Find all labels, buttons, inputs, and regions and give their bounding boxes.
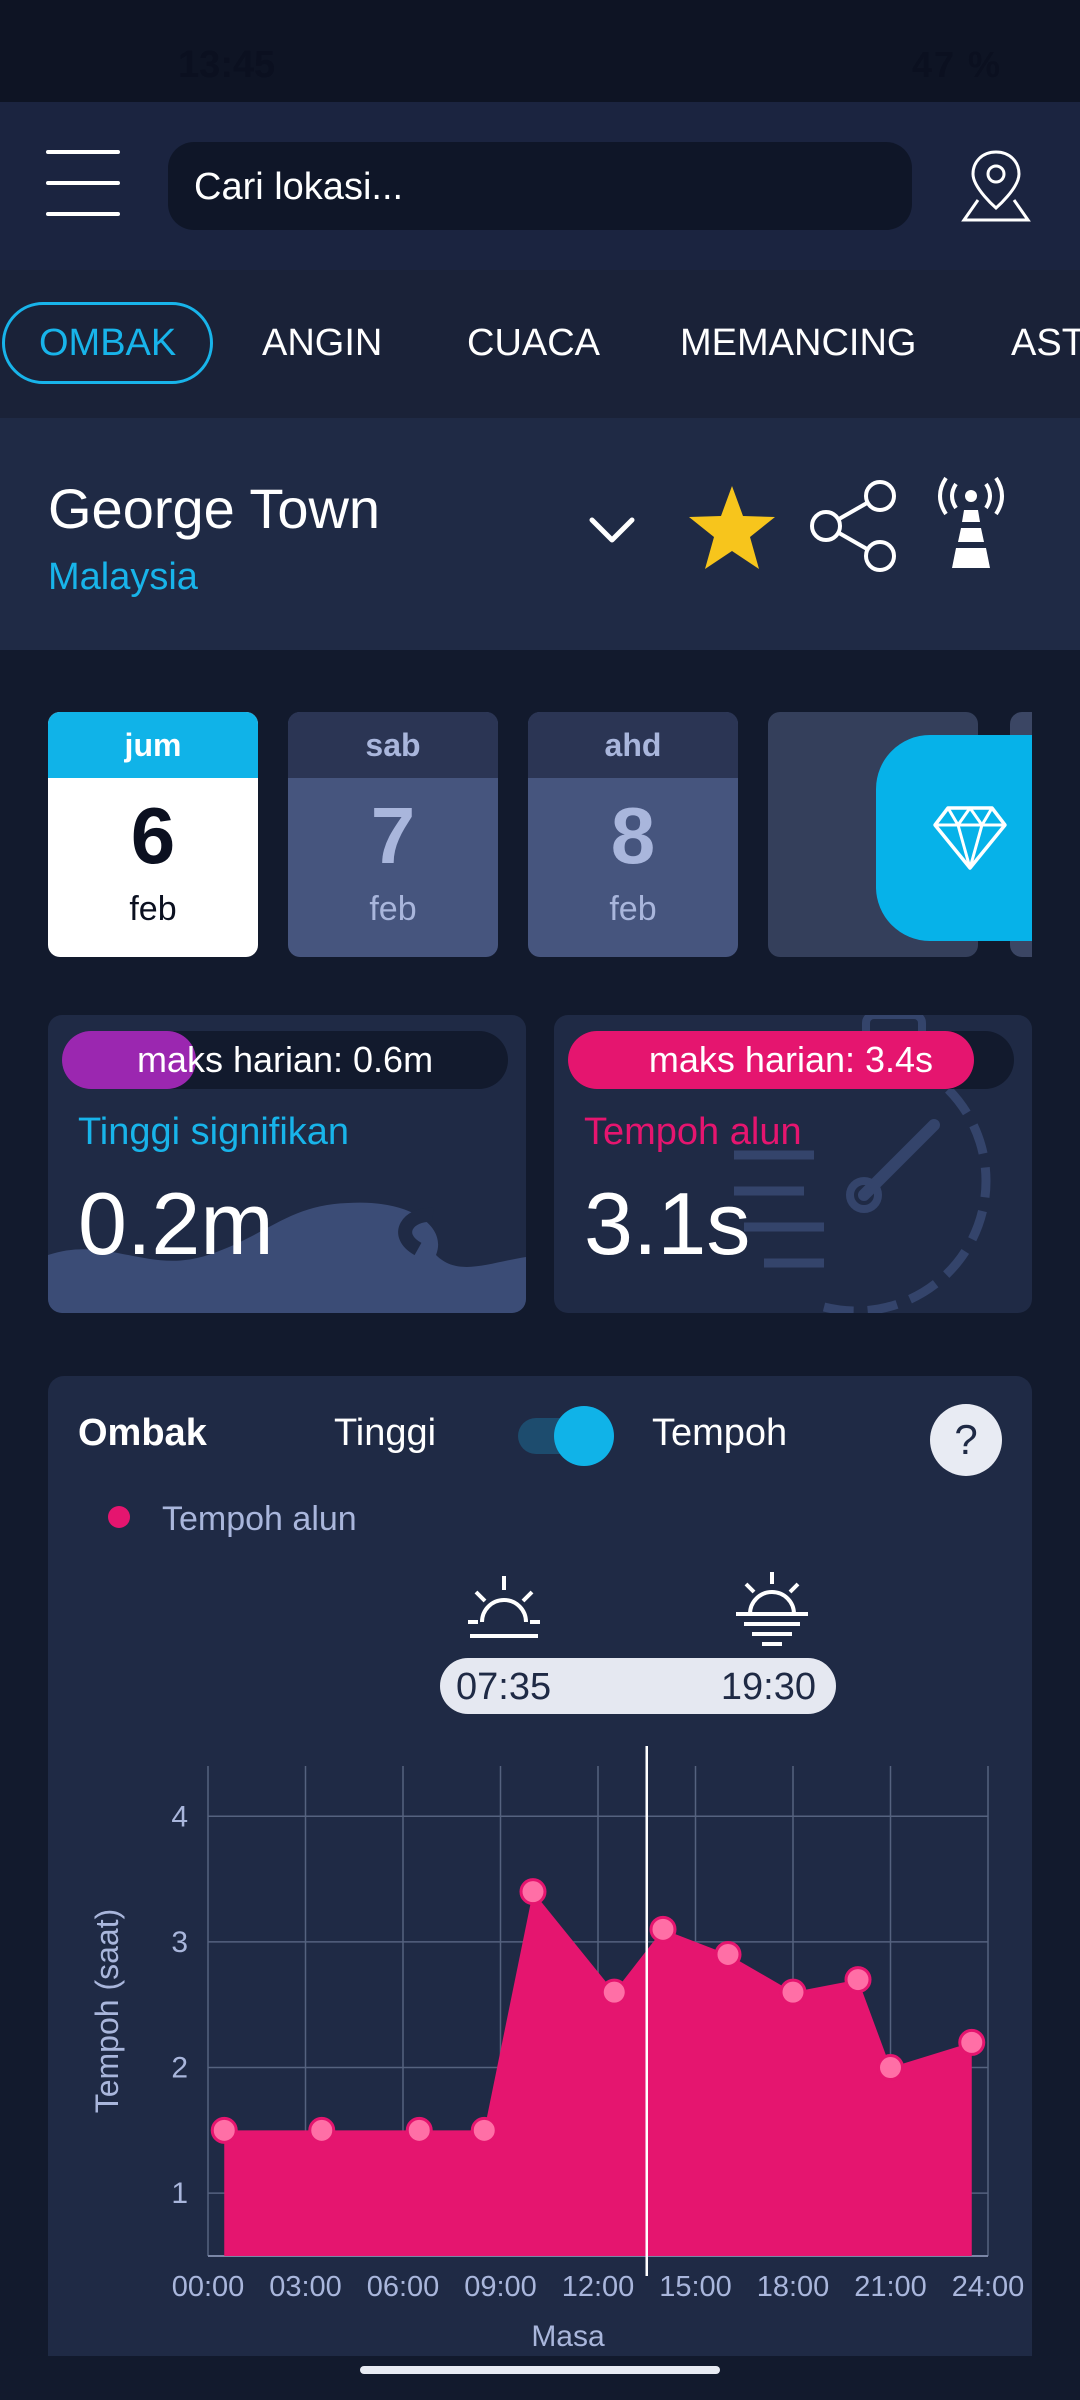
share-icon[interactable] <box>806 478 902 574</box>
home-indicator[interactable] <box>360 2366 720 2374</box>
day-of-week: sab <box>288 712 498 778</box>
city-name[interactable]: George Town <box>48 476 380 541</box>
data-point <box>470 2116 498 2144</box>
day-card[interactable]: ahd 8 feb <box>528 712 738 957</box>
tab-bar: OMBAK ANGIN CUACA MEMANCING AST <box>0 270 1080 418</box>
x-tick-label: 00:00 <box>172 2271 245 2303</box>
data-point <box>405 2116 433 2144</box>
day-month: feb <box>369 890 417 928</box>
wave-height-label: Tinggi signifikan <box>78 1111 350 1153</box>
swell-period-chart[interactable]: 00:00 03:00 06:00 09:00 12:00 15:00 18:00 21:00… <box>48 1736 1032 2356</box>
daily-max-bar: maks harian: 3.4s <box>568 1031 1014 1089</box>
swell-period-card[interactable]: maks harian: 3.4s Tempoh alun 3.1s <box>554 1015 1032 1313</box>
data-point <box>958 2028 986 2056</box>
x-tick-label: 09:00 <box>464 2271 537 2303</box>
daily-max-bar: maks harian: 0.6m <box>62 1031 508 1089</box>
search-box[interactable] <box>168 142 912 232</box>
y-tick-label: 3 <box>171 1926 188 1959</box>
sunset-icon <box>736 1572 808 1646</box>
day-of-week: ahd <box>528 712 738 778</box>
x-tick-label: 15:00 <box>659 2271 732 2303</box>
toggle-right-label[interactable]: Tempoh <box>652 1412 787 1455</box>
data-point <box>210 2116 238 2144</box>
day-card-selected[interactable]: jum 6 feb <box>48 712 258 957</box>
x-tick-label: 12:00 <box>562 2271 635 2303</box>
day-number: 8 <box>610 791 656 880</box>
status-time: 13:45 <box>178 44 276 86</box>
panel-title: Ombak <box>78 1412 207 1454</box>
help-icon[interactable]: ? <box>930 1404 1002 1476</box>
legend-label: Tempoh alun <box>162 1500 357 1538</box>
x-tick-label: 21:00 <box>854 2271 927 2303</box>
wave-height-card[interactable]: maks harian: 0.6m Tinggi signifikan 0.2m <box>48 1015 526 1313</box>
x-axis-label: Masa <box>531 2320 605 2353</box>
data-point <box>779 1978 807 2006</box>
x-tick-label: 18:00 <box>757 2271 830 2303</box>
menu-icon[interactable] <box>46 150 120 216</box>
y-axis-label: Tempoh (saat) <box>89 1909 125 2114</box>
wave-height-value: 0.2m <box>78 1174 274 1273</box>
chevron-down-icon[interactable] <box>582 500 642 560</box>
day-number: 7 <box>370 791 416 880</box>
tab-angin[interactable]: ANGIN <box>262 302 382 384</box>
data-point <box>308 2116 336 2144</box>
tab-cuaca[interactable]: CUACA <box>467 302 600 384</box>
data-point <box>519 1878 547 1906</box>
tab-ast[interactable]: AST <box>1011 302 1080 384</box>
data-point <box>844 1966 872 1994</box>
country-name: Malaysia <box>48 556 198 598</box>
sunset-time: 19:30 <box>720 1666 816 1708</box>
daily-max-label: maks harian: 0.6m <box>136 1039 434 1080</box>
swell-period-label: Tempoh alun <box>584 1111 802 1153</box>
premium-button[interactable] <box>876 735 1032 941</box>
day-card[interactable]: sab 7 feb <box>288 712 498 957</box>
tab-ombak[interactable]: OMBAK <box>2 302 214 384</box>
data-point <box>600 1978 628 2006</box>
location-pin-icon[interactable] <box>956 146 1036 226</box>
sun-times-pill: 07:35 19:30 <box>440 1658 836 1714</box>
day-of-week: jum <box>48 712 258 778</box>
y-tick-label: 1 <box>171 2177 188 2210</box>
data-point <box>877 2054 904 2082</box>
legend-swatch <box>108 1506 130 1528</box>
status-bar: 13:45 47 % <box>0 0 1080 102</box>
day-month: feb <box>129 890 177 928</box>
y-tick-label: 2 <box>171 2052 188 2085</box>
star-icon[interactable] <box>684 480 780 576</box>
y-tick-label: 4 <box>171 1800 188 1833</box>
data-point <box>714 1940 742 1968</box>
daily-max-label: maks harian: 3.4s <box>648 1039 934 1080</box>
day-number: 6 <box>130 791 176 880</box>
toggle-left-label[interactable]: Tinggi <box>334 1412 436 1455</box>
swell-period-value: 3.1s <box>584 1174 751 1273</box>
data-point <box>649 1915 677 1943</box>
sunrise-time: 07:35 <box>456 1666 552 1708</box>
top-bar <box>0 102 1080 270</box>
wave-chart-panel: Ombak Tinggi Tempoh ? Tempoh alun 07:35 … <box>48 1376 1032 2356</box>
x-tick-label: 03:00 <box>269 2271 342 2303</box>
status-battery: 47 % <box>911 44 1002 85</box>
height-period-toggle[interactable] <box>516 1406 616 1466</box>
search-input[interactable] <box>192 142 896 232</box>
sunrise-icon <box>468 1576 540 1638</box>
x-tick-label: 24:00 <box>952 2271 1025 2303</box>
day-month: feb <box>609 890 657 928</box>
location-header: George Town Malaysia <box>0 418 1080 650</box>
tower-icon[interactable] <box>926 476 1016 576</box>
tab-memancing[interactable]: MEMANCING <box>680 302 916 384</box>
diamond-icon <box>933 806 1007 870</box>
x-tick-label: 06:00 <box>367 2271 440 2303</box>
